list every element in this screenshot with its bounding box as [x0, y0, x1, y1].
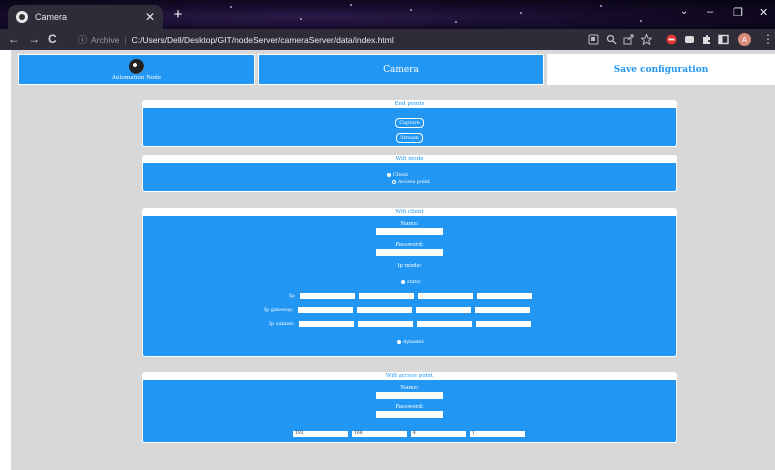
ip-mode-label: Ip mode:	[397, 263, 422, 269]
client-password-input[interactable]	[376, 249, 443, 256]
client-name-input[interactable]	[376, 228, 443, 235]
tab-search-chevron-icon[interactable]: ⌄	[680, 6, 688, 17]
adblock-extension-icon[interactable]	[666, 34, 677, 45]
tab-close-icon[interactable]: ✕	[145, 10, 155, 24]
tab-title: Camera	[35, 12, 68, 22]
ap-ip-octet-4[interactable]: 1	[470, 431, 525, 437]
subnet-octet-1[interactable]	[298, 321, 354, 327]
ip-label: Ip:	[289, 293, 296, 299]
access-point-radio[interactable]: Access point	[392, 179, 430, 185]
wifi-ap-title: Wifi access point	[143, 373, 676, 380]
wifi-client-card: Wifi client Name: Password: Ip mode: sta…	[142, 208, 677, 357]
ip-row: Ip:	[289, 293, 532, 299]
static-radio-dot[interactable]	[401, 280, 405, 284]
minimize-button[interactable]: –	[707, 6, 713, 18]
client-password-label: Password:	[395, 242, 424, 248]
maximize-button[interactable]: ❐	[733, 6, 743, 19]
logo-text: Automation Node	[111, 74, 161, 81]
subnet-octet-4[interactable]	[475, 321, 531, 327]
camera-favicon-icon	[16, 11, 28, 23]
wifi-mode-title: Wifi mode	[143, 156, 676, 163]
tab-bar: Camera ✕ + ⌄ – ❐ ✕	[0, 0, 775, 29]
stream-button[interactable]: Stream	[396, 133, 423, 143]
bookmark-star-icon[interactable]	[641, 34, 652, 45]
client-radio-dot[interactable]	[387, 173, 391, 177]
ip-octet-1[interactable]	[299, 293, 355, 299]
ip-octet-4[interactable]	[476, 293, 532, 299]
url-separator: |	[124, 34, 127, 45]
endpoints-card: End points Capture Stream	[142, 100, 677, 147]
ap-ip-octet-1[interactable]: 192	[293, 431, 348, 437]
subnet-octet-2[interactable]	[357, 321, 413, 327]
gateway-octet-1[interactable]	[297, 307, 353, 313]
top-navigation: Automation Node Camera Save configuratio…	[18, 54, 775, 85]
static-radio[interactable]: static	[401, 279, 421, 285]
ip-octet-3[interactable]	[417, 293, 473, 299]
access-point-radio-label: Access point	[398, 179, 430, 185]
zoom-icon[interactable]	[606, 34, 617, 45]
wifi-access-point-card: Wifi access point Name: Password: 192 16…	[142, 372, 677, 443]
new-tab-button[interactable]: +	[170, 7, 186, 23]
url-text: C:/Users/Dell/Desktop/GIT/nodeServer/cam…	[131, 34, 394, 45]
profile-avatar[interactable]: A	[738, 33, 751, 46]
client-radio[interactable]: Client	[387, 172, 408, 178]
subnet-octet-3[interactable]	[416, 321, 472, 327]
ap-name-label: Name:	[400, 385, 419, 391]
gateway-octet-3[interactable]	[415, 307, 471, 313]
gateway-row: Ip gateway:	[264, 307, 530, 313]
client-radio-label: Client	[393, 172, 409, 178]
wifi-mode-card: Wifi mode Client Access point	[142, 155, 677, 192]
ap-password-input[interactable]	[376, 411, 443, 418]
forward-button[interactable]: →	[28, 32, 40, 46]
page-content: Automation Node Camera Save configuratio…	[11, 50, 775, 470]
ap-ip-row: 192 168 4 1	[293, 431, 525, 437]
access-point-radio-dot[interactable]	[392, 180, 396, 184]
share-icon[interactable]	[623, 34, 634, 45]
dynamic-radio-label: dynamic	[403, 339, 425, 345]
ap-ip-octet-3[interactable]: 4	[411, 431, 466, 437]
automation-node-logo	[128, 58, 144, 74]
gateway-octet-2[interactable]	[356, 307, 412, 313]
nav-camera-button[interactable]: Camera	[258, 54, 544, 85]
dynamic-radio-dot[interactable]	[397, 340, 401, 344]
client-name-label: Name:	[400, 221, 419, 227]
capture-button[interactable]: Capture	[395, 118, 424, 128]
wifi-client-title: Wifi client	[143, 209, 676, 216]
sidebar-icon[interactable]	[718, 34, 729, 45]
ap-ip-octet-2[interactable]: 168	[352, 431, 407, 437]
reload-button[interactable]: C	[48, 32, 57, 46]
puzzle-extensions-icon[interactable]	[701, 34, 712, 45]
dynamic-radio[interactable]: dynamic	[397, 339, 424, 345]
browser-chrome: Camera ✕ + ⌄ – ❐ ✕ ← → C ⓘ Archive | C:/…	[0, 0, 775, 50]
endpoints-title: End points	[143, 101, 676, 108]
extension-icon[interactable]	[684, 34, 695, 45]
subnet-row: Ip subnet:	[269, 321, 531, 327]
browser-toolbar: ← → C ⓘ Archive | C:/Users/Dell/Desktop/…	[0, 29, 775, 50]
info-icon[interactable]: ⓘ	[78, 33, 87, 46]
gateway-label: Ip gateway:	[264, 307, 294, 313]
static-radio-label: static	[407, 279, 421, 285]
ap-name-input[interactable]	[376, 392, 443, 399]
close-window-button[interactable]: ✕	[759, 6, 768, 19]
tab-camera[interactable]: Camera ✕	[8, 5, 163, 29]
browser-menu-icon[interactable]: ⋮	[762, 32, 774, 46]
url-prefix: Archive	[91, 34, 120, 45]
back-button[interactable]: ←	[8, 32, 20, 46]
ip-octet-2[interactable]	[358, 293, 414, 299]
gateway-octet-4[interactable]	[474, 307, 530, 313]
ap-password-label: Password:	[395, 404, 424, 410]
save-configuration-button[interactable]: Save configuration	[547, 54, 775, 85]
translate-icon[interactable]	[588, 34, 599, 45]
address-bar[interactable]: ⓘ Archive | C:/Users/Dell/Desktop/GIT/no…	[78, 32, 598, 47]
subnet-label: Ip subnet:	[269, 321, 295, 327]
nav-home-button[interactable]: Automation Node	[18, 54, 255, 85]
svg-text:A: A	[742, 35, 747, 44]
